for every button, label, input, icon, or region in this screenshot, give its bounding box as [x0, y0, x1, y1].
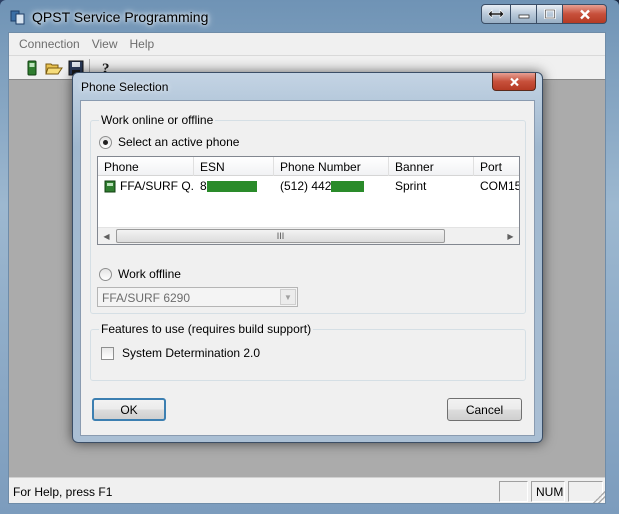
table-row[interactable]: FFA/SURF Q... 8 (512) 442 Sprint COM15 [98, 177, 520, 195]
horizontal-scrollbar[interactable]: ◀ III ▶ [98, 227, 519, 244]
close-button[interactable] [563, 4, 607, 24]
column-phone[interactable]: Phone [98, 157, 194, 176]
select-active-phone-radio[interactable]: Select an active phone [99, 135, 239, 149]
redaction-block [331, 181, 365, 193]
status-num: NUM [531, 481, 565, 502]
menu-help[interactable]: Help [124, 37, 161, 51]
column-banner[interactable]: Banner [389, 157, 474, 176]
checkbox-unchecked-icon [101, 346, 114, 360]
open-folder-icon [45, 63, 63, 74]
cell-phone-number: (512) 442 [274, 177, 389, 195]
menu-connection[interactable]: Connection [13, 37, 86, 51]
work-mode-legend: Work online or offline [99, 113, 216, 127]
window-controls [481, 4, 607, 24]
cell-banner: Sprint [395, 179, 427, 193]
app-icon [10, 10, 25, 25]
redaction-block [206, 181, 257, 193]
column-esn[interactable]: ESN [194, 157, 274, 176]
scroll-right-arrow[interactable]: ▶ [502, 228, 519, 244]
menubar: Connection View Help [9, 33, 605, 55]
close-icon [509, 77, 519, 86]
resize-arrows-button[interactable] [481, 4, 511, 24]
status-help-text: For Help, press F1 [13, 485, 113, 499]
ok-button[interactable]: OK [92, 398, 166, 421]
radio-unchecked-icon [99, 267, 112, 281]
phone-selection-dialog: Phone Selection Work online or offline S… [72, 72, 543, 443]
cell-phone-number-text: (512) 442 [280, 179, 332, 193]
dialog-body: Work online or offline Select an active … [80, 100, 535, 436]
chevron-down-icon[interactable]: ▼ [280, 289, 296, 305]
column-phone-number[interactable]: Phone Number [274, 157, 389, 176]
open-button[interactable] [43, 58, 65, 78]
cell-esn: 8 [194, 177, 274, 195]
features-legend: Features to use (requires build support) [99, 322, 314, 336]
phone-button[interactable] [21, 58, 43, 78]
offline-phone-value: FFA/SURF 6290 [102, 291, 191, 305]
status-pane-empty [499, 481, 528, 502]
dialog-close-button[interactable] [492, 73, 536, 91]
scroll-left-arrow[interactable]: ◀ [98, 228, 115, 244]
dialog-title: Phone Selection [81, 80, 169, 94]
system-determination-label: System Determination 2.0 [122, 346, 261, 360]
system-determination-checkbox[interactable]: System Determination 2.0 [101, 346, 260, 360]
scroll-thumb[interactable]: III [116, 229, 445, 243]
phone-icon [27, 60, 37, 75]
column-port[interactable]: Port [474, 157, 519, 176]
maximize-button[interactable] [537, 4, 563, 24]
app-titlebar[interactable]: QPST Service Programming [0, 0, 619, 32]
phone-list-header: Phone ESN Phone Number Banner Port [98, 157, 519, 176]
minimize-icon [518, 14, 529, 19]
offline-phone-select[interactable]: FFA/SURF 6290 ▼ [97, 287, 298, 307]
cell-phone: FFA/SURF Q... [98, 177, 194, 195]
close-icon [579, 9, 590, 19]
minimize-button[interactable] [511, 4, 537, 24]
cell-phone-text: FFA/SURF Q... [120, 179, 194, 193]
cell-port: COM15 [480, 179, 520, 193]
phone-list[interactable]: Phone ESN Phone Number Banner Port FFA/S… [97, 156, 520, 245]
menu-view[interactable]: View [86, 37, 124, 51]
app-title: QPST Service Programming [32, 9, 209, 25]
work-offline-radio[interactable]: Work offline [99, 267, 181, 281]
cell-esn-text: 8 [200, 179, 207, 193]
select-active-phone-label: Select an active phone [118, 135, 240, 149]
radio-checked-icon [99, 135, 112, 149]
cancel-button[interactable]: Cancel [447, 398, 522, 421]
work-offline-label: Work offline [118, 267, 181, 281]
phone-device-icon [104, 180, 116, 192]
maximize-icon [543, 9, 556, 19]
double-arrow-icon [487, 9, 505, 19]
statusbar: For Help, press F1 NUM [9, 477, 605, 503]
resize-grip[interactable] [593, 491, 605, 503]
